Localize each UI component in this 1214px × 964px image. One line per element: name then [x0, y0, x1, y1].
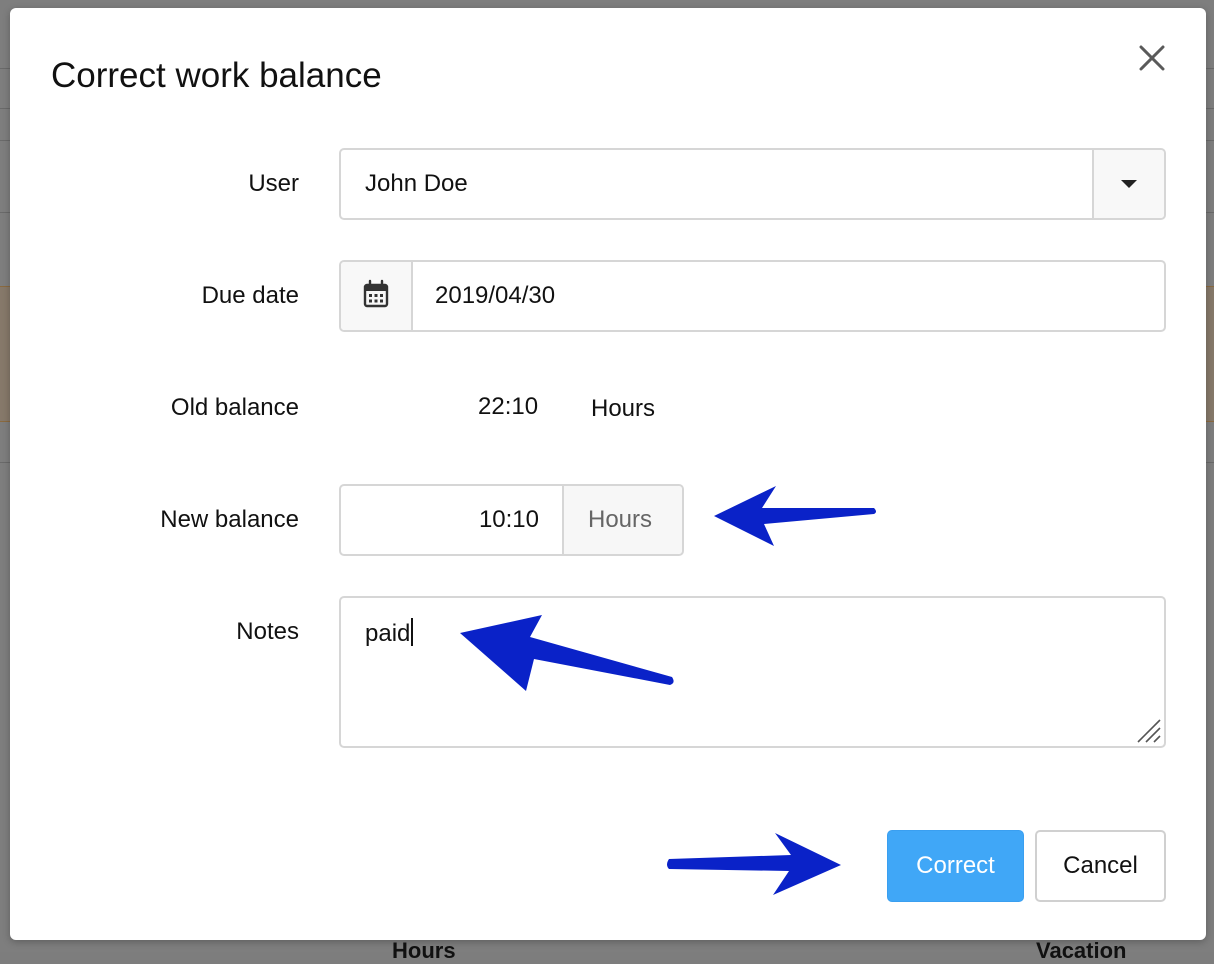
text-cursor: [411, 618, 414, 646]
chevron-down-icon: [1121, 180, 1137, 188]
annotation-arrow-icon: [460, 615, 674, 691]
user-select[interactable]: John Doe: [339, 148, 1166, 220]
new-balance-unit-addon: Hours: [562, 486, 682, 554]
close-icon: [1139, 45, 1165, 71]
close-button[interactable]: [1132, 38, 1172, 78]
calendar-icon: [363, 279, 389, 308]
cancel-button[interactable]: Cancel: [1035, 830, 1166, 902]
new-balance-input[interactable]: 10:10 Hours: [339, 484, 684, 556]
user-select-value: John Doe: [365, 170, 468, 197]
notes-label: Notes: [236, 618, 299, 645]
notes-value: paid: [365, 618, 414, 648]
user-label: User: [248, 170, 299, 197]
due-date-label: Due date: [201, 282, 299, 309]
notes-text: paid: [365, 620, 411, 647]
correct-work-balance-dialog: Correct work balance User John Doe Due d…: [10, 8, 1206, 940]
resize-handle-icon[interactable]: [1134, 716, 1162, 744]
date-picker-button[interactable]: [341, 262, 413, 330]
new-balance-value: 10:10: [478, 506, 539, 533]
due-date-value: 2019/04/30: [435, 282, 556, 309]
annotation-arrow-icon: [667, 833, 841, 895]
background-column-header: Vacation: [1036, 938, 1127, 963]
background-column-header: Hours: [392, 938, 456, 963]
dialog-title: Correct work balance: [51, 56, 382, 95]
correct-button[interactable]: Correct: [887, 830, 1024, 902]
old-balance-unit: Hours: [591, 395, 656, 422]
new-balance-label: New balance: [160, 506, 299, 533]
due-date-field[interactable]: 2019/04/30: [339, 260, 1166, 332]
new-balance-unit: Hours: [588, 506, 653, 533]
user-select-toggle[interactable]: [1092, 150, 1164, 218]
annotation-arrow-icon: [714, 486, 876, 546]
old-balance-value: 22:10: [478, 393, 539, 420]
old-balance-label: Old balance: [170, 394, 299, 421]
